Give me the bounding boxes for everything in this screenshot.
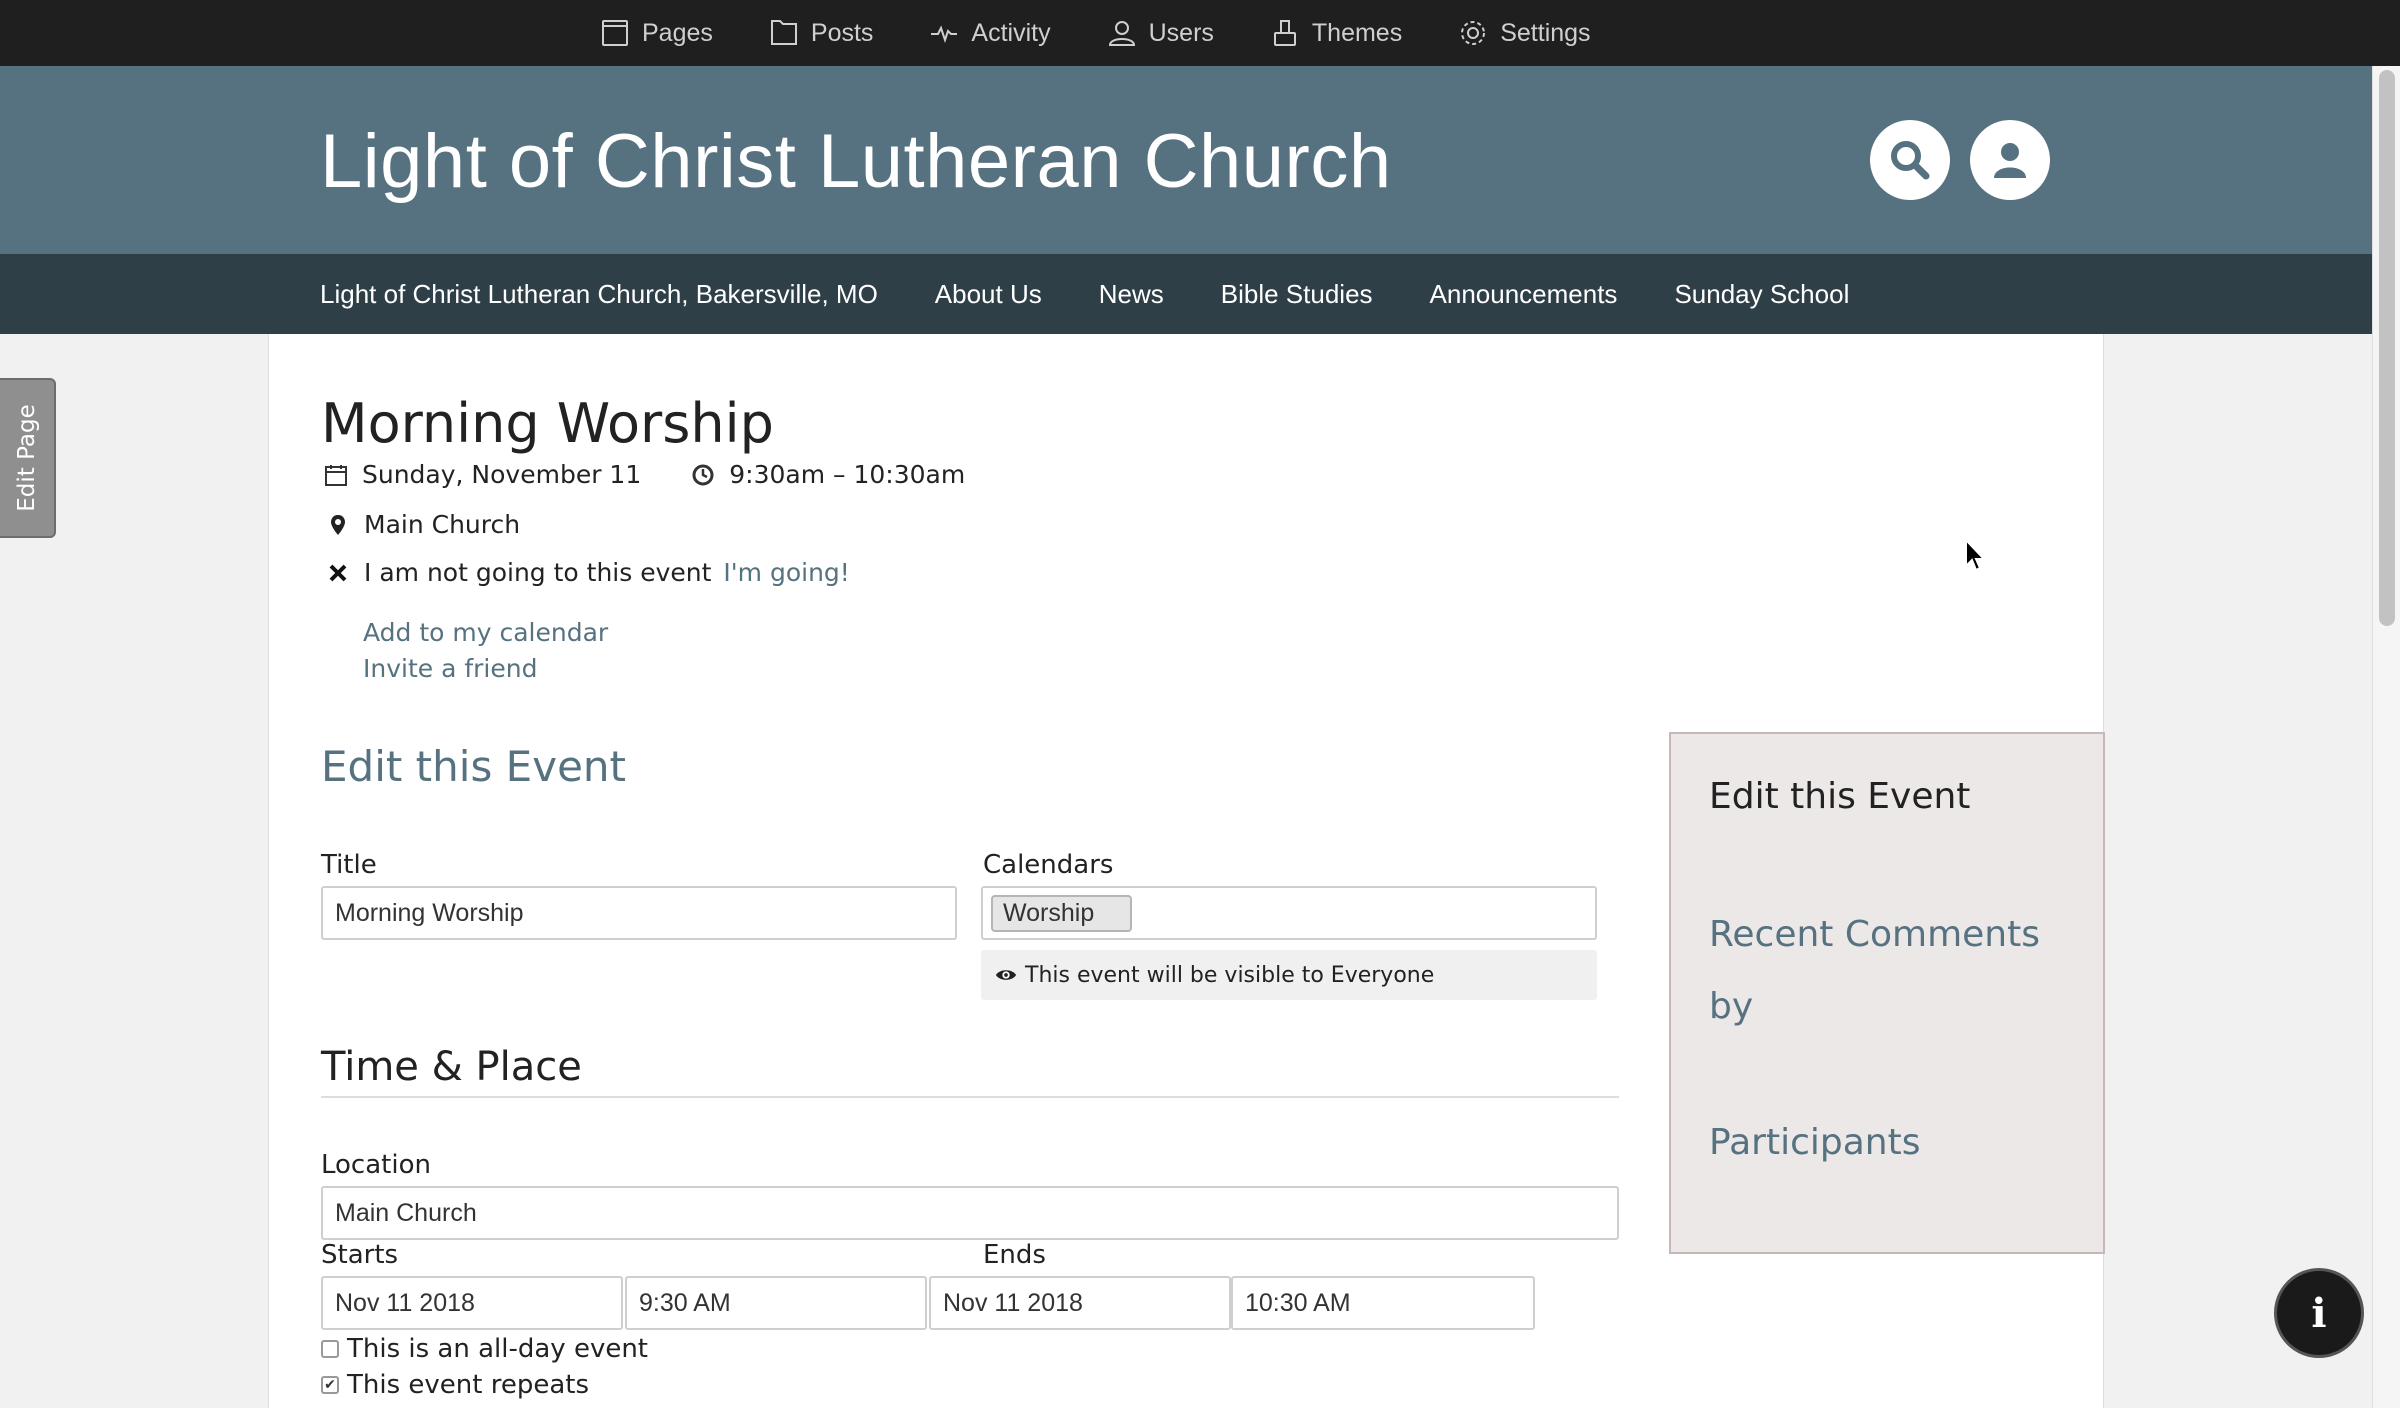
map-pin-icon [331, 514, 345, 535]
rsvp-going-link[interactable]: I'm going! [723, 558, 849, 587]
nav-link-news[interactable]: News [1099, 279, 1164, 310]
admin-item-label: Posts [810, 18, 874, 47]
info-button[interactable]: i [2274, 1268, 2364, 1358]
invite-friend-link[interactable]: Invite a friend [363, 654, 537, 683]
admin-item-label: Users [1148, 18, 1214, 47]
admin-item-label: Activity [971, 18, 1051, 47]
event-date: Sunday, November 11 [362, 460, 642, 489]
nav-links: Light of Christ Lutheran Church, Bakersv… [320, 254, 1849, 334]
location-input[interactable]: Main Church [321, 1186, 1619, 1240]
start-date-input[interactable]: Nov 11 2018 [321, 1276, 623, 1330]
sidebar-by-text: by [1709, 986, 1754, 1027]
main-nav: Light of Christ Lutheran Church, Bakersv… [0, 254, 2372, 334]
sidebar-comments-heading: Recent Comments [1709, 914, 2040, 955]
account-button[interactable] [1970, 120, 2050, 200]
add-to-calendar-link[interactable]: Add to my calendar [363, 618, 608, 647]
edit-page-tab[interactable]: Edit Page [0, 378, 56, 538]
admin-bar-items: Pages Posts Activity Users Themes Settin… [600, 0, 1591, 66]
nav-link-about[interactable]: About Us [935, 279, 1042, 310]
sidebar-participants-heading: Participants [1709, 1122, 1921, 1163]
user-icon [1994, 143, 2026, 178]
calendars-input[interactable]: Worship [981, 886, 1597, 940]
rsvp-status: I am not going to this event [364, 558, 712, 587]
event-location-text: Main Church [364, 510, 521, 539]
clock-icon [692, 464, 714, 485]
section-divider [321, 1096, 1619, 1098]
mouse-cursor-icon [1965, 538, 1987, 572]
edit-event-heading: Edit this Event [321, 742, 626, 791]
main-content: Morning Worship Sunday, November 11 9:30… [268, 334, 2105, 1408]
admin-item-pages[interactable]: Pages [600, 18, 713, 48]
event-datetime: Sunday, November 11 9:30am – 10:30am [324, 460, 965, 489]
search-icon [1891, 141, 1930, 180]
admin-bar: Pages Posts Activity Users Themes Settin… [0, 0, 2400, 66]
visibility-notice: This event will be visible to Everyone [981, 950, 1597, 1000]
info-icon: i [2311, 1289, 2327, 1337]
end-time-input[interactable]: 10:30 AM [1231, 1276, 1535, 1330]
admin-item-settings[interactable]: Settings [1458, 18, 1591, 48]
admin-item-label: Settings [1500, 18, 1591, 47]
starts-label: Starts [321, 1240, 399, 1270]
admin-item-activity[interactable]: Activity [929, 18, 1051, 48]
event-rsvp: I am not going to this event I'm going! [326, 558, 850, 587]
allday-row: This is an all-day event [321, 1334, 648, 1364]
visibility-text: This event will be visible to Everyone [1025, 962, 1435, 988]
paint-brush-icon [1273, 20, 1296, 46]
location-label: Location [321, 1150, 431, 1180]
gear-icon [1461, 21, 1486, 45]
edit-page-label: Edit Page [14, 404, 41, 512]
site-title[interactable]: Light of Christ Lutheran Church [320, 118, 1392, 205]
nav-link-bible-studies[interactable]: Bible Studies [1221, 279, 1373, 310]
user-icon [1108, 21, 1135, 46]
event-location: Main Church [326, 510, 520, 539]
scrollbar-thumb[interactable] [2379, 70, 2395, 626]
nav-link-announcements[interactable]: Announcements [1430, 279, 1618, 310]
repeats-label: This event repeats [347, 1370, 589, 1400]
repeats-row: ✔ This event repeats [321, 1370, 589, 1400]
time-place-heading: Time & Place [321, 1044, 582, 1090]
search-button[interactable] [1870, 120, 1950, 200]
sidebar-edit-heading: Edit this Event [1709, 776, 1971, 817]
eye-icon [995, 970, 1017, 980]
sidebar: Edit this Event Recent Comments by Parti… [1669, 732, 2105, 1254]
event-time: 9:30am – 10:30am [729, 460, 966, 489]
nav-link-home[interactable]: Light of Christ Lutheran Church, Bakersv… [320, 279, 878, 310]
calendar-icon [325, 464, 347, 486]
admin-item-users[interactable]: Users [1107, 18, 1214, 48]
event-title: Morning Worship [321, 392, 774, 455]
title-input[interactable]: Morning Worship [321, 886, 957, 940]
site-header: Light of Christ Lutheran Church [0, 66, 2372, 254]
pulse-icon [931, 25, 958, 44]
end-date-input[interactable]: Nov 11 2018 [929, 1276, 1231, 1330]
allday-label: This is an all-day event [347, 1334, 649, 1364]
folder-icon [770, 20, 797, 45]
ends-label: Ends [983, 1240, 1046, 1270]
nav-link-sunday-school[interactable]: Sunday School [1674, 279, 1849, 310]
close-icon [329, 564, 347, 581]
allday-checkbox[interactable] [321, 1340, 339, 1358]
start-time-input[interactable]: 9:30 AM [625, 1276, 927, 1330]
page-icon [602, 20, 628, 46]
page-scrollbar[interactable] [2372, 66, 2400, 1408]
calendar-tag[interactable]: Worship [991, 894, 1133, 932]
admin-item-label: Pages [642, 18, 713, 47]
repeats-checkbox[interactable]: ✔ [321, 1376, 339, 1394]
admin-item-posts[interactable]: Posts [769, 18, 874, 48]
admin-item-themes[interactable]: Themes [1270, 18, 1402, 48]
calendars-label: Calendars [983, 850, 1114, 880]
title-label: Title [321, 850, 377, 880]
admin-item-label: Themes [1311, 18, 1403, 47]
